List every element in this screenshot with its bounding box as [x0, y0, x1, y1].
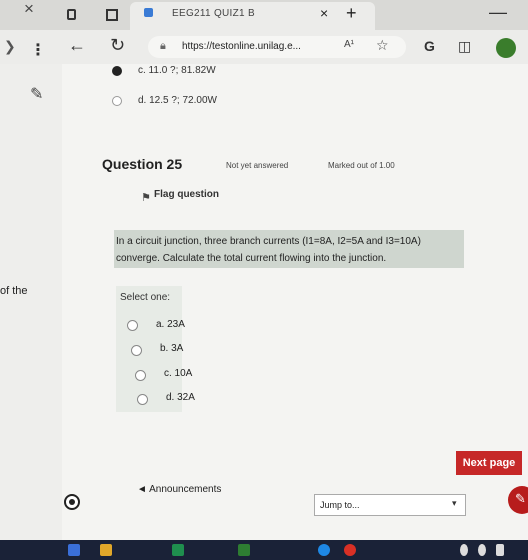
answer-label-b[interactable]: b. 3A — [160, 343, 183, 354]
answer-radio-b[interactable] — [131, 345, 142, 356]
prev-option-d: d. 12.5 ?; 72.00W — [138, 95, 217, 106]
read-aloud-icon[interactable]: A¹ — [344, 39, 354, 50]
answer-radio-a[interactable] — [127, 320, 138, 331]
answer-label-a[interactable]: a. 23A — [156, 319, 185, 330]
left-panel — [0, 64, 62, 540]
taskbar-store-icon[interactable] — [172, 544, 184, 556]
record-icon-dot — [69, 499, 75, 505]
answer-label-c[interactable]: c. 10A — [164, 368, 192, 379]
workspaces-icon[interactable] — [106, 9, 118, 21]
sidebar-toggle-icon[interactable]: ❯ — [4, 38, 16, 55]
profile-avatar[interactable] — [496, 38, 516, 58]
answer-radio-d[interactable] — [137, 394, 148, 405]
url-text[interactable]: https://testonline.unilag.e... — [182, 41, 301, 52]
taskbar-excel-icon[interactable] — [238, 544, 250, 556]
more-menu-icon[interactable]: ⋮ — [30, 40, 46, 60]
minimize-icon[interactable]: — — [489, 2, 507, 23]
lock-icon[interactable]: 🔒︎ — [160, 40, 166, 53]
back-arrow-icon[interactable]: ← — [68, 35, 86, 56]
question-text: In a circuit junction, three branch curr… — [116, 236, 421, 264]
taskbar-edge-icon[interactable] — [318, 544, 330, 556]
tray-icon[interactable] — [496, 544, 504, 556]
announcements-link[interactable]: ◄ Announcements — [137, 484, 221, 495]
collections-icon[interactable]: ◫ — [458, 38, 471, 55]
pencil-icon: ✎ — [515, 491, 526, 506]
question-marks: Marked out of 1.00 — [328, 161, 395, 170]
close-window-icon[interactable]: × — [24, 0, 34, 19]
taskbar-app-icon[interactable] — [68, 544, 80, 556]
jump-to-label: Jump to... — [320, 500, 360, 510]
select-one-label: Select one: — [120, 292, 171, 303]
tab-title: EEG211 QUIZ1 B — [172, 8, 255, 19]
prev-option-c: c. 11.0 ?; 81.82W — [138, 65, 216, 76]
tray-icon[interactable] — [478, 544, 486, 556]
question-status: Not yet answered — [226, 161, 289, 170]
edit-icon[interactable]: ✎ — [30, 84, 43, 104]
chevron-down-icon: ▾ — [452, 498, 457, 508]
taskbar-chrome-icon[interactable] — [344, 544, 356, 556]
flag-question-link[interactable]: Flag question — [154, 189, 219, 200]
taskbar-folder-icon[interactable] — [100, 544, 112, 556]
question-title: Question 25 — [102, 156, 183, 172]
panel-edge-text: of the — [0, 285, 28, 297]
prev-option-radio-c[interactable] — [112, 66, 122, 76]
prev-option-radio-d[interactable] — [112, 96, 122, 106]
quiz-favicon-icon — [144, 8, 153, 17]
reload-icon[interactable]: ↻ — [110, 35, 125, 56]
tray-icon[interactable] — [460, 544, 468, 556]
extensions-icon[interactable]: G — [424, 38, 435, 54]
answer-label-d[interactable]: d. 32A — [166, 392, 195, 403]
tab-close-icon[interactable]: × — [320, 5, 328, 21]
flag-icon[interactable]: ⚑ — [141, 191, 151, 204]
tab-actions-icon[interactable] — [67, 9, 76, 20]
favorite-star-icon[interactable]: ☆ — [376, 37, 389, 54]
new-tab-icon[interactable]: + — [346, 3, 357, 24]
answer-radio-c[interactable] — [135, 370, 146, 381]
next-page-button[interactable]: Next page — [456, 451, 522, 475]
